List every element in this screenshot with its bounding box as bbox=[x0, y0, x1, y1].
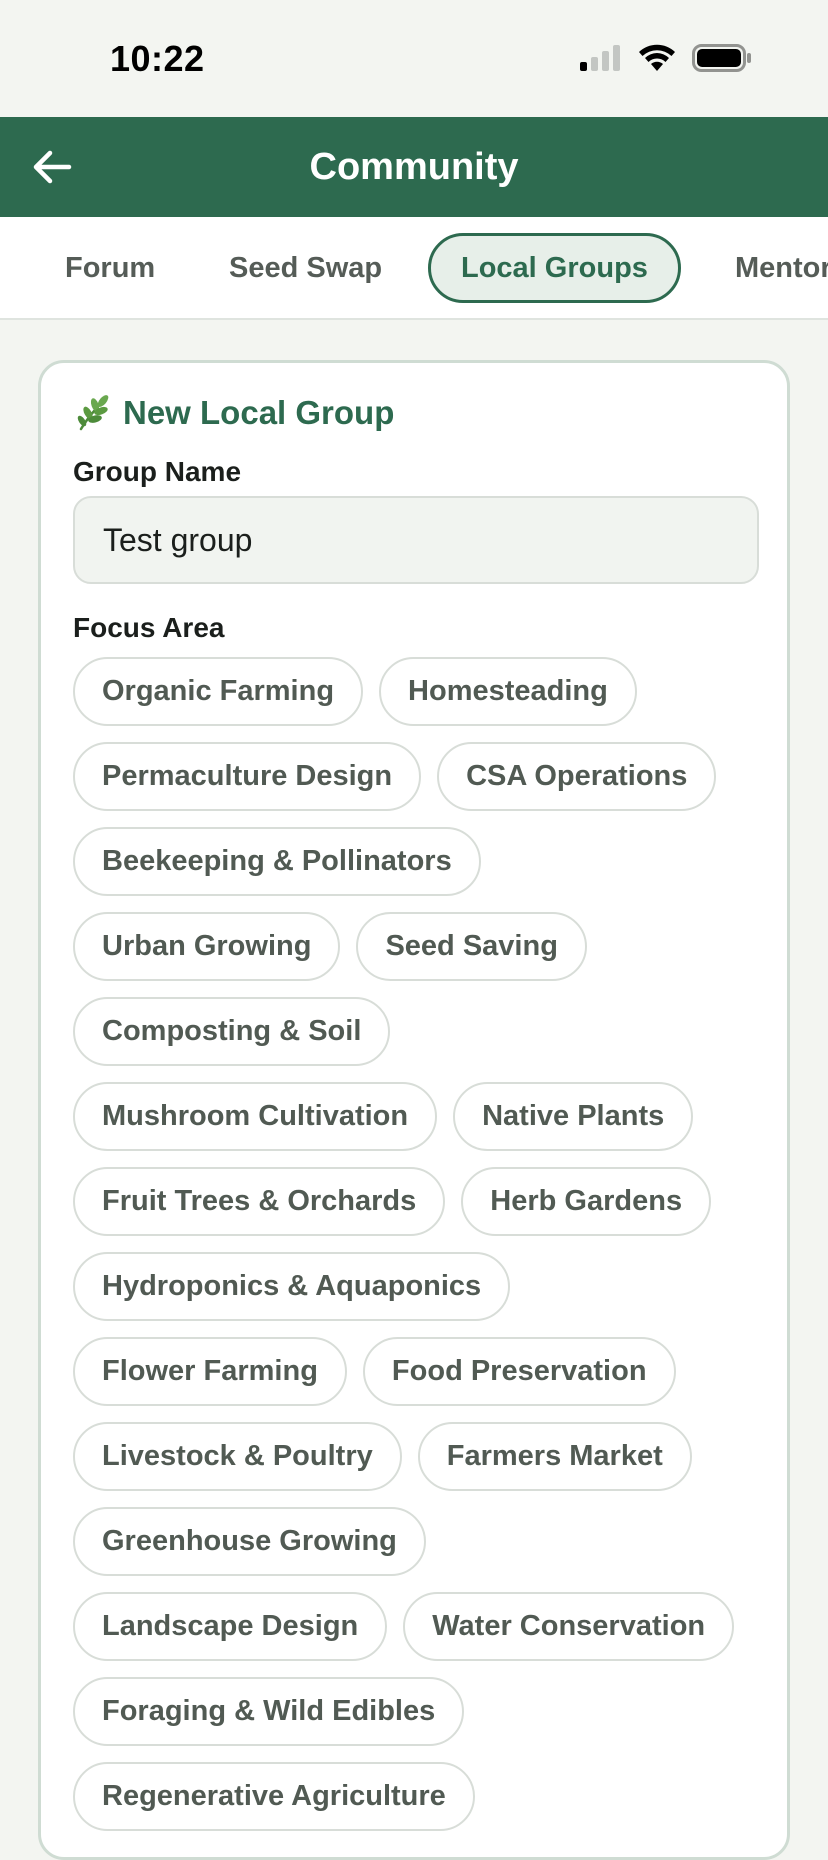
focus-area-chip[interactable]: Greenhouse Growing bbox=[73, 1507, 426, 1576]
tab-local-groups[interactable]: Local Groups bbox=[428, 233, 681, 303]
focus-area-chip[interactable]: Livestock & Poultry bbox=[73, 1422, 402, 1491]
tab-bar: Forum Seed Swap Local Groups Mentor bbox=[0, 217, 828, 320]
focus-area-chip[interactable]: Permaculture Design bbox=[73, 742, 422, 811]
chip-row: Regenerative Agriculture bbox=[73, 1762, 773, 1831]
focus-area-chip[interactable]: Flower Farming bbox=[73, 1337, 347, 1406]
form-title: New Local Group bbox=[73, 393, 394, 433]
chip-row: Organic Farming Homesteading bbox=[73, 657, 773, 726]
leaf-sprig-icon bbox=[77, 395, 109, 431]
status-bar: 10:22 bbox=[0, 0, 828, 117]
status-icons bbox=[580, 44, 752, 72]
focus-area-chip[interactable]: Landscape Design bbox=[73, 1592, 388, 1661]
focus-area-chip[interactable]: Homesteading bbox=[379, 657, 637, 726]
chip-row: Foraging & Wild Edibles bbox=[73, 1677, 773, 1746]
new-group-form-card: New Local Group Group Name Focus Area Or… bbox=[38, 360, 790, 1860]
chip-row: Beekeeping & Pollinators bbox=[73, 827, 773, 896]
battery-icon bbox=[692, 44, 751, 72]
wifi-icon bbox=[639, 44, 675, 71]
focus-area-chip[interactable]: Regenerative Agriculture bbox=[73, 1762, 475, 1831]
group-name-label: Group Name bbox=[73, 456, 242, 487]
focus-area-chip[interactable]: Water Conservation bbox=[403, 1592, 735, 1661]
tab-mentor[interactable]: Mentor bbox=[703, 233, 828, 303]
group-name-input[interactable] bbox=[73, 496, 759, 584]
focus-area-chips: Organic Farming Homesteading Permaculture … bbox=[73, 657, 773, 1847]
tab-forum[interactable]: Forum bbox=[33, 233, 187, 303]
chip-row: Flower Farming Food Preservation bbox=[73, 1337, 773, 1406]
focus-area-chip[interactable]: Composting & Soil bbox=[73, 997, 391, 1066]
focus-area-chip[interactable]: Fruit Trees & Orchards bbox=[73, 1167, 446, 1236]
chip-row: Mushroom Cultivation Native Plants bbox=[73, 1082, 773, 1151]
focus-area-chip[interactable]: Beekeeping & Pollinators bbox=[73, 827, 481, 896]
status-time: 10:22 bbox=[110, 38, 205, 79]
chip-row: Urban Growing Seed Saving bbox=[73, 912, 773, 981]
chip-row: Fruit Trees & Orchards Herb Gardens bbox=[73, 1167, 773, 1236]
chip-row: Greenhouse Growing bbox=[73, 1507, 773, 1576]
focus-area-chip[interactable]: Herb Gardens bbox=[461, 1167, 712, 1236]
focus-area-chip[interactable]: Native Plants bbox=[453, 1082, 694, 1151]
focus-area-chip[interactable]: Food Preservation bbox=[362, 1337, 676, 1406]
cellular-signal-icon bbox=[580, 45, 620, 71]
focus-area-chip[interactable]: Farmers Market bbox=[417, 1422, 692, 1491]
chip-row: Hydroponics & Aquaponics bbox=[73, 1252, 773, 1321]
chip-row: Composting & Soil bbox=[73, 997, 773, 1066]
focus-area-chip[interactable]: Organic Farming bbox=[73, 657, 364, 726]
focus-area-label: Focus Area bbox=[73, 612, 225, 643]
chip-row: Permaculture Design CSA Operations bbox=[73, 742, 773, 811]
form-title-text: New Local Group bbox=[123, 394, 395, 431]
focus-area-chip[interactable]: CSA Operations bbox=[437, 742, 717, 811]
chip-row: Landscape Design Water Conservation bbox=[73, 1592, 773, 1661]
app-bar: Community bbox=[0, 117, 828, 217]
focus-area-chip[interactable]: Mushroom Cultivation bbox=[73, 1082, 438, 1151]
chip-row: Livestock & Poultry Farmers Market bbox=[73, 1422, 773, 1491]
focus-area-chip[interactable]: Hydroponics & Aquaponics bbox=[73, 1252, 511, 1321]
page-title: Community bbox=[309, 145, 519, 188]
focus-area-chip[interactable]: Seed Saving bbox=[356, 912, 587, 981]
focus-area-chip[interactable]: Urban Growing bbox=[73, 912, 341, 981]
focus-area-chip[interactable]: Foraging & Wild Edibles bbox=[73, 1677, 465, 1746]
tab-seed-swap[interactable]: Seed Swap bbox=[197, 233, 414, 303]
